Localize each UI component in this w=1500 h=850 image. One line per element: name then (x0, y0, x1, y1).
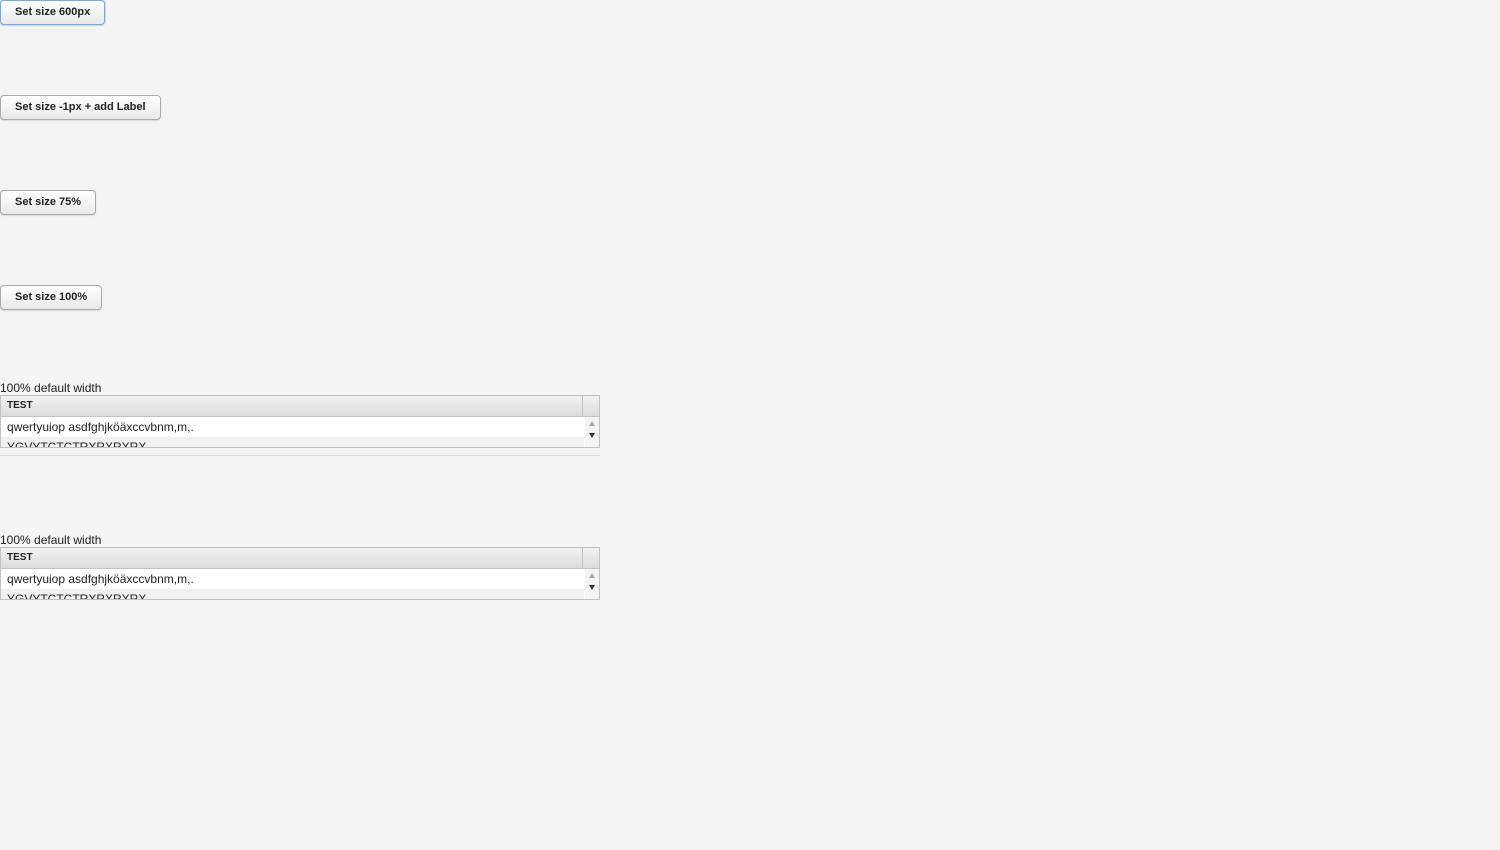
set-size-75-percent-button[interactable]: Set size 75% (0, 190, 97, 215)
column-selector-corner[interactable] (584, 396, 599, 416)
column-header-test[interactable]: TEST (1, 396, 583, 416)
set-size-100-percent-button[interactable]: Set size 100% (0, 285, 103, 310)
scroll-down-arrow-icon[interactable] (589, 433, 595, 438)
table-header: TEST (1, 548, 599, 569)
set-size-600px-button[interactable]: Set size 600px (0, 0, 106, 25)
scroll-down-arrow-icon[interactable] (589, 585, 595, 590)
table-2-caption: 100% default width (0, 533, 102, 547)
table-2[interactable]: TEST qwertyuiop asdfghjköäxccvbnm,m,. YG… (0, 547, 600, 600)
vertical-scrollbar[interactable] (585, 417, 599, 447)
table-body[interactable]: qwertyuiop asdfghjköäxccvbnm,m,. YGVYTCT… (1, 569, 584, 599)
table-row[interactable]: YGVYTCTCTRXRXRXRX (1, 437, 584, 447)
column-selector-corner[interactable] (584, 548, 599, 568)
divider (0, 455, 600, 456)
scroll-up-arrow-icon[interactable] (589, 421, 595, 426)
set-size-minus1px-add-label-button[interactable]: Set size -1px + add Label (0, 95, 161, 120)
table-row[interactable]: YGVYTCTCTRXRXRXRX (1, 589, 584, 599)
vertical-scrollbar[interactable] (585, 569, 599, 599)
table-header: TEST (1, 396, 599, 417)
table-row[interactable]: qwertyuiop asdfghjköäxccvbnm,m,. (1, 417, 584, 437)
table-1-caption: 100% default width (0, 381, 102, 395)
column-header-test[interactable]: TEST (1, 548, 583, 568)
scroll-up-arrow-icon[interactable] (589, 573, 595, 578)
table-row[interactable]: qwertyuiop asdfghjköäxccvbnm,m,. (1, 569, 584, 589)
table-body[interactable]: qwertyuiop asdfghjköäxccvbnm,m,. YGVYTCT… (1, 417, 584, 447)
table-1[interactable]: TEST qwertyuiop asdfghjköäxccvbnm,m,. YG… (0, 395, 600, 448)
